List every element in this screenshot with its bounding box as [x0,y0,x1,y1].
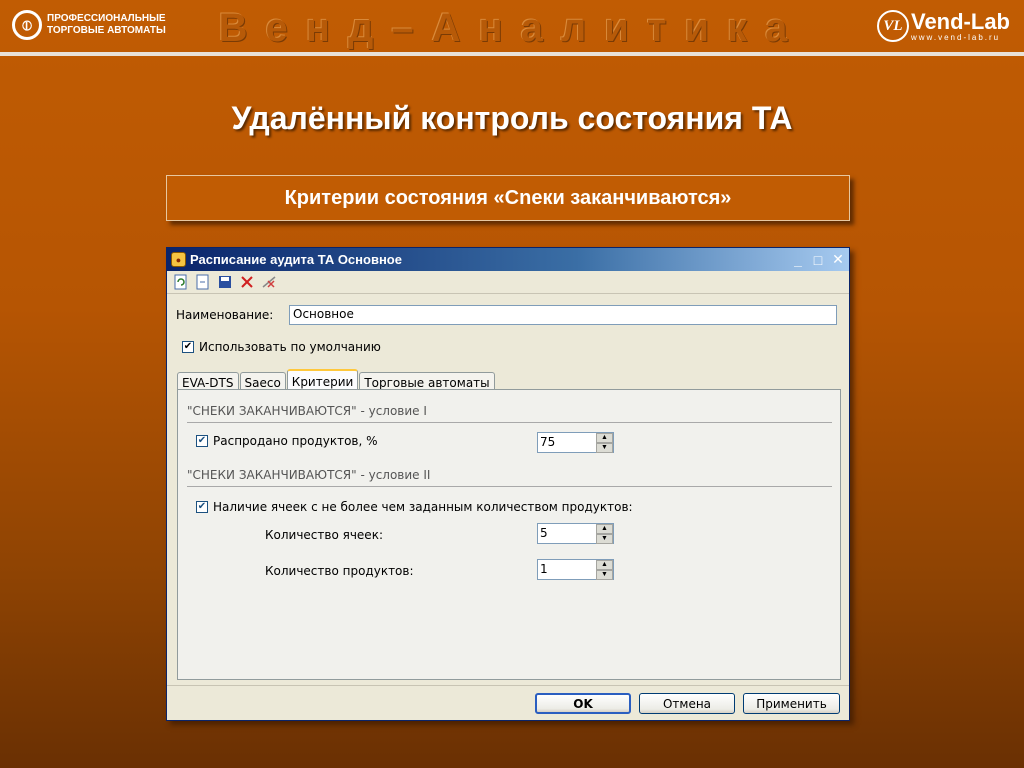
sold-checkbox[interactable]: ✔ [196,435,208,447]
vend-lab-url: www.vend-lab.ru [910,32,1001,42]
default-checkbox-row[interactable]: ✔ Использовать по умолчанию [182,340,381,354]
app-icon: ● [171,252,186,267]
group-1-title: "СНЕКИ ЗАКАНЧИВАЮТСЯ" - условие I [187,404,427,418]
slide-subtitle: Критерии состояния «Сneки заканчиваются» [166,175,850,221]
save-icon[interactable] [216,273,234,291]
cells-condition-label: Наличие ячеек с не более чем заданным ко… [213,500,633,514]
window-titlebar[interactable]: ● Расписание аудита ТА Основное _ □ ✕ [167,248,849,271]
group-2-title: "СНЕКИ ЗАКАНЧИВАЮТСЯ" - условие II [187,468,431,482]
products-count-spinner[interactable]: 1 ▲ ▼ [537,559,614,580]
new-icon[interactable] [194,273,212,291]
audit-schedule-window: ● Расписание аудита ТА Основное _ □ ✕ На… [166,247,850,721]
spin-down-icon[interactable]: ▼ [596,443,613,453]
sold-percent-value[interactable]: 75 [538,433,596,452]
delete-icon[interactable] [238,273,256,291]
slide-header: ⦶ ПРОФЕССИОНАЛЬНЫЕ ТОРГОВЫЕ АВТОМАТЫ Вен… [0,0,1024,60]
spin-up-icon[interactable]: ▲ [596,524,613,534]
group-1-divider [187,422,832,423]
slide-subtitle-text: Критерии состояния «Сneки заканчиваются» [284,186,732,209]
cells-condition-checkbox[interactable]: ✔ [196,501,208,513]
dialog-button-bar: OK Отмена Применить [167,685,849,721]
default-checkbox[interactable]: ✔ [182,341,194,353]
vend-lab-logo: VL Vend-Lab www.vend-lab.ru [876,8,1010,42]
close-button[interactable]: ✕ [829,251,847,268]
maximize-button[interactable]: □ [809,252,827,268]
header-divider [0,52,1024,56]
cells-count-label: Количество ячеек: [265,528,383,542]
spin-up-icon[interactable]: ▲ [596,560,613,570]
products-count-label: Количество продуктов: [265,564,414,578]
spin-up-icon[interactable]: ▲ [596,433,613,443]
toolbar [167,271,849,294]
sold-checkbox-row[interactable]: ✔ Распродано продуктов, % [196,434,378,448]
vend-lab-mark: VL [876,10,909,42]
spin-down-icon[interactable]: ▼ [596,570,613,580]
spin-down-icon[interactable]: ▼ [596,534,613,544]
cells-count-spinner[interactable]: 5 ▲ ▼ [537,523,614,544]
sold-percent-spinner[interactable]: 75 ▲ ▼ [537,432,614,453]
ok-button[interactable]: OK [535,693,631,714]
criteria-panel: "СНЕКИ ЗАКАНЧИВАЮТСЯ" - условие I ✔ Расп… [177,389,841,680]
vend-lab-brand: Vend-Lab [910,8,1010,34]
name-label: Наименование: [176,308,274,322]
default-checkbox-label: Использовать по умолчанию [199,340,381,354]
clear-icon[interactable] [260,273,278,291]
name-input[interactable]: Основное [289,305,837,325]
apply-button[interactable]: Применить [743,693,840,714]
banner-title: Венд–Аналитика [218,6,806,50]
name-row: Наименование: Основное [176,305,837,325]
refresh-icon[interactable] [172,273,190,291]
minimize-button[interactable]: _ [789,252,807,268]
window-title: Расписание аудита ТА Основное [190,252,402,267]
cells-count-value[interactable]: 5 [538,524,596,543]
products-count-value[interactable]: 1 [538,560,596,579]
cells-condition-row[interactable]: ✔ Наличие ячеек с не более чем заданным … [196,500,633,514]
sold-label: Распродано продуктов, % [213,434,378,448]
cancel-button[interactable]: Отмена [639,693,735,714]
group-2-divider [187,486,832,487]
slide-title: Удалённый контроль состояния ТА [231,100,793,136]
